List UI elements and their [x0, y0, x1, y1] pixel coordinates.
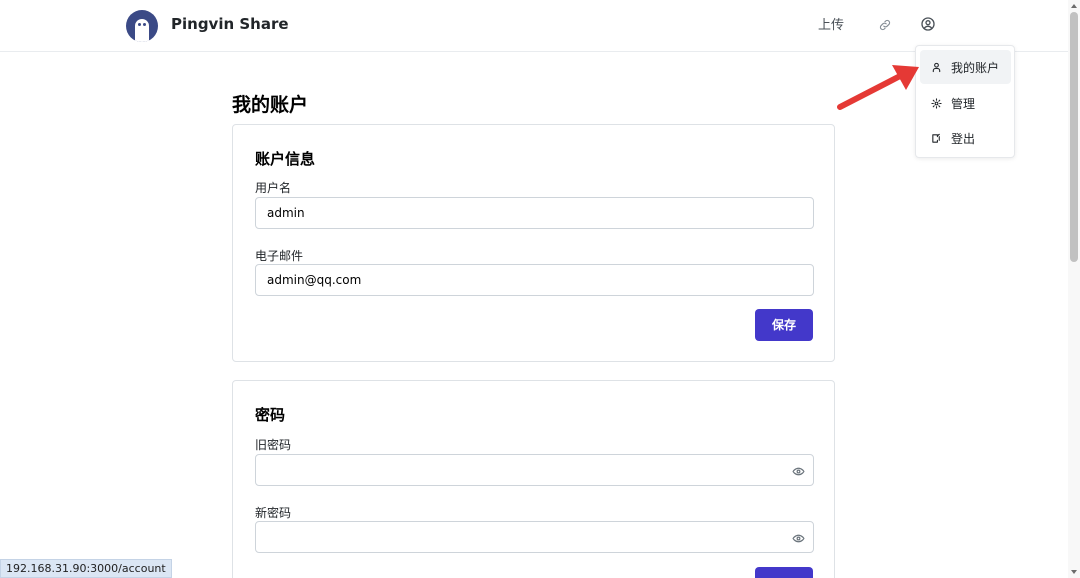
menu-item-label: 我的账户 [951, 60, 1000, 75]
link-icon [878, 17, 892, 36]
new-password-label: 新密码 [255, 506, 292, 520]
page-scrollbar[interactable] [1068, 0, 1080, 578]
user-icon [930, 61, 942, 73]
penguin-logo-icon[interactable] [126, 10, 158, 42]
scroll-thumb[interactable] [1070, 12, 1078, 262]
status-bar-url: 192.168.31.90:3000/account [0, 559, 172, 578]
page-title: 我的账户 [232, 94, 309, 116]
menu-item-my-account[interactable]: 我的账户 [920, 50, 1011, 84]
username-input[interactable] [255, 197, 814, 229]
logout-icon [930, 132, 942, 144]
top-header: Pingvin Share 上传 [0, 0, 1068, 52]
account-dropdown-menu: 我的账户 管理 登出 [915, 45, 1015, 158]
account-info-card: 账户信息 用户名 电子邮件 保存 [232, 124, 835, 362]
scroll-down-arrow-icon[interactable] [1071, 570, 1077, 574]
password-card: 密码 旧密码 新密码 [232, 380, 835, 578]
save-button[interactable]: 保存 [755, 309, 813, 341]
old-password-label: 旧密码 [255, 438, 292, 452]
email-label: 电子邮件 [255, 249, 304, 263]
password-save-button[interactable] [755, 567, 813, 578]
email-input[interactable] [255, 264, 814, 296]
scroll-up-arrow-icon[interactable] [1071, 4, 1077, 8]
eye-icon[interactable] [791, 464, 805, 478]
menu-item-logout[interactable]: 登出 [920, 121, 1011, 155]
app-title[interactable]: Pingvin Share [171, 15, 289, 33]
menu-item-label: 管理 [951, 96, 976, 111]
user-circle-icon [920, 16, 936, 36]
username-label: 用户名 [255, 181, 292, 195]
eye-icon[interactable] [791, 531, 805, 545]
password-card-title: 密码 [255, 406, 286, 424]
link-nav-button[interactable] [870, 12, 900, 40]
menu-item-label: 登出 [951, 131, 976, 146]
new-password-input[interactable] [255, 521, 814, 553]
menu-item-admin[interactable]: 管理 [920, 86, 1011, 120]
account-card-title: 账户信息 [255, 150, 316, 168]
upload-nav-button[interactable]: 上传 [810, 9, 852, 43]
annotation-arrow-icon [837, 65, 919, 110]
old-password-input[interactable] [255, 454, 814, 486]
gear-icon [930, 97, 942, 109]
account-menu-button[interactable] [913, 11, 943, 41]
